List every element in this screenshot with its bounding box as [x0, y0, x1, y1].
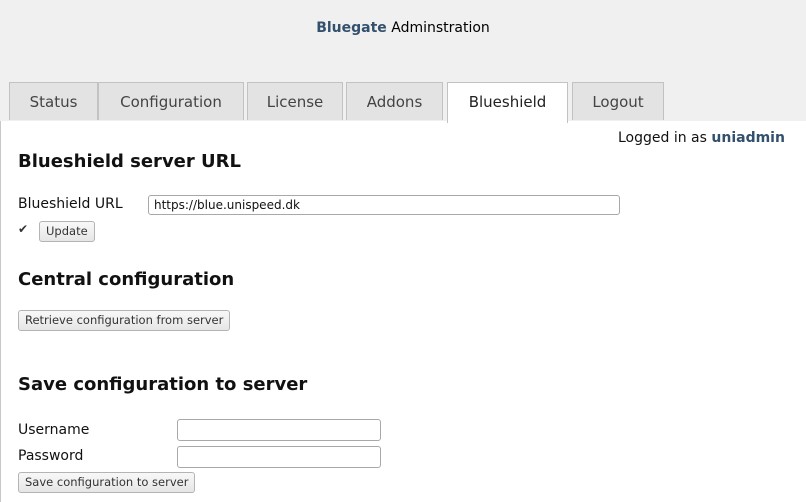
tab-addons[interactable]: Addons	[346, 82, 443, 120]
central-configuration-heading: Central configuration	[18, 269, 235, 290]
username-label: Username	[18, 422, 90, 438]
update-button[interactable]: Update	[39, 221, 95, 242]
password-label: Password	[18, 448, 84, 464]
blueshield-url-input[interactable]	[148, 195, 620, 215]
password-input[interactable]	[177, 446, 381, 468]
tab-license[interactable]: License	[247, 82, 343, 120]
logged-in-user: uniadmin	[711, 130, 785, 146]
brand-name: Bluegate	[316, 20, 387, 36]
tab-status[interactable]: Status	[9, 82, 98, 120]
main-content: Logged in as uniadmin Blueshield server …	[0, 121, 806, 502]
tab-logout[interactable]: Logout	[572, 82, 664, 120]
tab-blueshield[interactable]: Blueshield	[447, 82, 568, 123]
header: Bluegate Adminstration Status Configurat…	[0, 0, 806, 123]
blueshield-url-heading: Blueshield server URL	[18, 151, 241, 172]
page-title: Bluegate Adminstration	[0, 20, 806, 36]
check-icon: ✔	[18, 222, 29, 236]
logged-in-prefix: Logged in as	[618, 130, 712, 146]
title-text: Adminstration	[386, 20, 490, 36]
save-configuration-heading: Save configuration to server	[18, 374, 308, 395]
save-configuration-button[interactable]: Save configuration to server	[18, 472, 196, 493]
username-input[interactable]	[177, 419, 381, 441]
blueshield-url-label: Blueshield URL	[18, 196, 123, 212]
logged-in-status: Logged in as uniadmin	[618, 130, 785, 146]
tab-configuration[interactable]: Configuration	[98, 82, 244, 120]
retrieve-configuration-button[interactable]: Retrieve configuration from server	[18, 310, 231, 331]
